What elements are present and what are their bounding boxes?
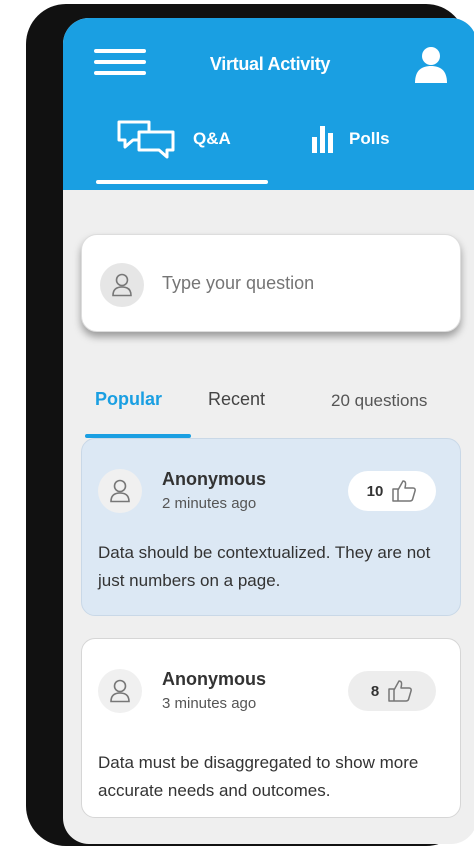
filter-tab-popular[interactable]: Popular	[95, 389, 162, 410]
tab-qa[interactable]: Q&A	[115, 118, 231, 160]
user-avatar-icon	[98, 669, 142, 713]
bar-chart-icon	[312, 126, 333, 153]
tab-polls[interactable]: Polls	[311, 118, 390, 160]
tab-qa-label: Q&A	[193, 129, 231, 148]
phone-frame: Virtual Activity Q&A Polls Type your que…	[26, 4, 474, 846]
question-time: 3 minutes ago	[162, 695, 257, 712]
chat-bubbles-icon	[117, 120, 175, 159]
app-title: Virtual Activity	[209, 54, 331, 74]
question-input[interactable]	[162, 273, 442, 294]
question-time: 2 minutes ago	[162, 495, 257, 512]
like-count: 10	[366, 482, 384, 500]
thumbs-up-icon	[388, 680, 413, 702]
question-card: Anonymous 3 minutes ago 8 Data must be d…	[81, 638, 461, 818]
thumbs-up-icon	[392, 480, 417, 502]
question-text: Data must be disaggregated to show more …	[98, 753, 419, 800]
question-card: Anonymous 2 minutes ago 10 Data should b…	[81, 438, 461, 616]
question-author: Anonymous	[162, 469, 267, 489]
question-author: Anonymous	[162, 669, 267, 689]
tab-polls-label: Polls	[349, 129, 390, 148]
active-tab-indicator	[96, 180, 268, 184]
user-avatar-icon	[100, 263, 144, 307]
like-count: 8	[370, 682, 380, 700]
ask-question-card[interactable]	[81, 234, 461, 332]
question-count: 20 questions	[331, 391, 428, 410]
like-button[interactable]: 10	[348, 471, 436, 511]
filter-tab-recent[interactable]: Recent	[208, 389, 265, 410]
like-button[interactable]: 8	[348, 671, 436, 711]
app-screen: Virtual Activity Q&A Polls Type your que…	[63, 18, 474, 844]
app-header: Virtual Activity Q&A Polls	[63, 18, 474, 190]
user-profile-icon[interactable]	[414, 46, 448, 84]
user-avatar-icon	[98, 469, 142, 513]
question-text: Data should be contextualized. They are …	[98, 543, 431, 590]
